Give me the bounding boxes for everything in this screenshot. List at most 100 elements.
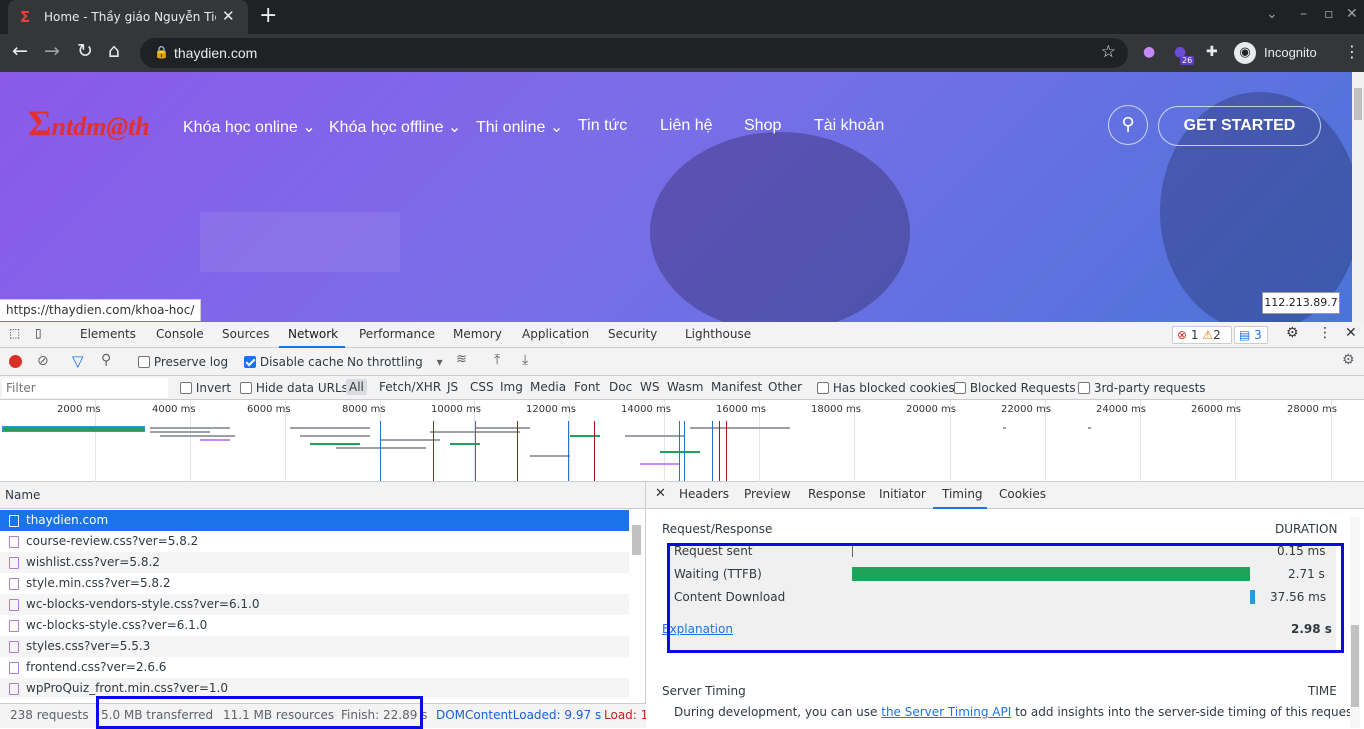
request-row[interactable]: style.min.css?ver=5.8.2 <box>0 573 629 594</box>
browser-tab[interactable]: Σ Home - Thầy giáo Nguyễn Tiến ✕ <box>8 0 248 34</box>
minimize-icon[interactable]: – <box>1300 6 1307 22</box>
request-row[interactable]: wpProQuiz_front.min.css?ver=1.0 <box>0 678 629 698</box>
checkbox[interactable] <box>138 356 150 368</box>
network-overview-timeline[interactable]: 2000 ms 4000 ms 6000 ms 8000 ms 10000 ms… <box>0 400 1364 482</box>
nav-khoa-hoc-offline[interactable]: Khóa học offline ⌄ <box>329 117 461 137</box>
forward-icon[interactable]: → <box>44 40 60 62</box>
search-icon[interactable]: ⚲ <box>101 352 111 368</box>
filter-input[interactable] <box>2 378 168 398</box>
network-settings-gear-icon[interactable]: ⚙ <box>1342 352 1355 368</box>
extensions-puzzle-icon[interactable]: ✚ <box>1206 44 1218 60</box>
invert-checkbox[interactable]: Invert <box>180 381 231 395</box>
checkbox[interactable] <box>817 382 829 394</box>
import-har-icon[interactable]: ⤒ <box>494 352 500 368</box>
detail-scrollbar[interactable] <box>1350 517 1360 728</box>
scroll-thumb[interactable] <box>1354 88 1362 120</box>
nav-tai-khoan[interactable]: Tài khoản <box>814 117 884 135</box>
tab-cookies[interactable]: Cookies <box>999 487 1046 501</box>
filter-type-ws[interactable]: WS <box>640 380 659 394</box>
blocked-requests-checkbox[interactable]: Blocked Requests <box>954 381 1076 395</box>
server-timing-api-link[interactable]: the Server Timing API <box>881 705 1011 719</box>
filter-type-wasm[interactable]: Wasm <box>667 380 703 394</box>
checkbox[interactable] <box>954 382 966 394</box>
messages-counter[interactable]: ▤ 3 <box>1234 326 1268 344</box>
filter-type-img[interactable]: Img <box>500 380 523 394</box>
site-search-icon[interactable]: ⚲ <box>1108 105 1148 145</box>
tab-application[interactable]: Application <box>522 327 589 341</box>
request-list-scrollbar[interactable] <box>629 509 645 703</box>
devtools-menu-icon[interactable]: ⋮ <box>1318 325 1332 341</box>
device-toolbar-icon[interactable]: ▯ <box>35 326 42 340</box>
page-scrollbar[interactable] <box>1352 72 1364 322</box>
request-row[interactable]: wc-blocks-vendors-style.css?ver=6.1.0 <box>0 594 629 615</box>
filter-type-fetch-xhr[interactable]: Fetch/XHR <box>379 380 441 394</box>
filter-type-font[interactable]: Font <box>574 380 600 394</box>
tab-response[interactable]: Response <box>808 487 866 501</box>
bookmark-star-icon[interactable]: ☆ <box>1101 42 1116 62</box>
tab-security[interactable]: Security <box>608 327 657 341</box>
settings-gear-icon[interactable]: ⚙ <box>1286 325 1299 341</box>
site-logo[interactable]: Σntdm@th <box>28 102 150 144</box>
nav-lien-he[interactable]: Liên hệ <box>660 117 713 135</box>
tab-elements[interactable]: Elements <box>80 327 136 341</box>
record-icon[interactable] <box>9 355 22 368</box>
restore-icon[interactable]: ▫ <box>1324 6 1334 22</box>
tab-console[interactable]: Console <box>156 327 204 341</box>
network-conditions-icon[interactable]: ≋ <box>456 352 467 367</box>
scroll-thumb[interactable] <box>632 525 641 555</box>
close-detail-icon[interactable]: ✕ <box>655 486 666 501</box>
close-devtools-icon[interactable]: ✕ <box>1345 325 1357 341</box>
checkbox[interactable] <box>240 382 252 394</box>
tab-performance[interactable]: Performance <box>359 327 435 341</box>
nav-khoa-hoc-online[interactable]: Khóa học online ⌄ <box>183 117 316 137</box>
checkbox[interactable] <box>180 382 192 394</box>
export-har-icon[interactable]: ⤓ <box>522 352 528 368</box>
tab-search-icon[interactable]: ⌄ <box>1266 6 1278 22</box>
request-row[interactable]: wishlist.css?ver=5.8.2 <box>0 552 629 573</box>
address-bar[interactable]: 🔒 thaydien.com ☆ <box>140 38 1128 68</box>
filter-type-other[interactable]: Other <box>768 380 802 394</box>
request-row[interactable]: frontend.css?ver=2.6.6 <box>0 657 629 678</box>
has-blocked-cookies-checkbox[interactable]: Has blocked cookies <box>817 381 955 395</box>
home-icon[interactable]: ⌂ <box>108 40 120 62</box>
nav-shop[interactable]: Shop <box>744 117 781 135</box>
incognito-indicator[interactable]: ◉ Incognito ⋮ <box>1232 38 1360 68</box>
name-column-header[interactable]: Name <box>5 488 40 502</box>
tab-memory[interactable]: Memory <box>453 327 502 341</box>
request-row[interactable]: thaydien.com <box>0 510 629 531</box>
extension-icon[interactable]: ● <box>1143 44 1155 60</box>
filter-type-css[interactable]: CSS <box>470 380 494 394</box>
tab-network[interactable]: Network <box>288 327 338 341</box>
request-row[interactable]: wc-blocks-style.css?ver=6.1.0 <box>0 615 629 636</box>
tab-headers[interactable]: Headers <box>679 487 729 501</box>
nav-thi-online[interactable]: Thi online ⌄ <box>476 117 563 137</box>
error-warning-counter[interactable]: ⊗ 1 ⚠2 <box>1172 326 1232 344</box>
tab-initiator[interactable]: Initiator <box>879 487 926 501</box>
filter-type-manifest[interactable]: Manifest <box>711 380 762 394</box>
filter-type-doc[interactable]: Doc <box>609 380 632 394</box>
clear-icon[interactable]: ⊘ <box>37 353 49 369</box>
scroll-thumb[interactable] <box>1351 625 1359 707</box>
checkbox[interactable] <box>244 356 256 368</box>
new-tab-icon[interactable]: + <box>259 3 277 28</box>
request-row[interactable]: styles.css?ver=5.5.3 <box>0 636 629 657</box>
request-list-header[interactable]: Name <box>0 482 645 509</box>
tab-sources[interactable]: Sources <box>222 327 269 341</box>
close-tab-icon[interactable]: ✕ <box>222 7 235 25</box>
hide-data-urls-checkbox[interactable]: Hide data URLs <box>240 381 348 395</box>
browser-menu-icon[interactable]: ⋮ <box>1344 42 1360 61</box>
get-started-button[interactable]: GET STARTED <box>1158 106 1321 146</box>
filter-type-all[interactable]: All <box>346 379 367 395</box>
checkbox[interactable] <box>1078 382 1090 394</box>
preserve-log-checkbox[interactable]: Preserve log <box>138 355 228 369</box>
reload-icon[interactable]: ↻ <box>77 40 93 62</box>
filter-type-js[interactable]: JS <box>447 380 458 394</box>
nav-tin-tuc[interactable]: Tin tức <box>578 117 627 135</box>
back-icon[interactable]: ← <box>12 40 28 62</box>
filter-type-media[interactable]: Media <box>530 380 566 394</box>
tab-preview[interactable]: Preview <box>744 487 791 501</box>
tab-lighthouse[interactable]: Lighthouse <box>685 327 751 341</box>
lock-icon[interactable]: 🔒 <box>154 45 169 59</box>
filter-icon[interactable]: ▽ <box>72 352 84 370</box>
disable-cache-checkbox[interactable]: Disable cache <box>244 355 344 369</box>
